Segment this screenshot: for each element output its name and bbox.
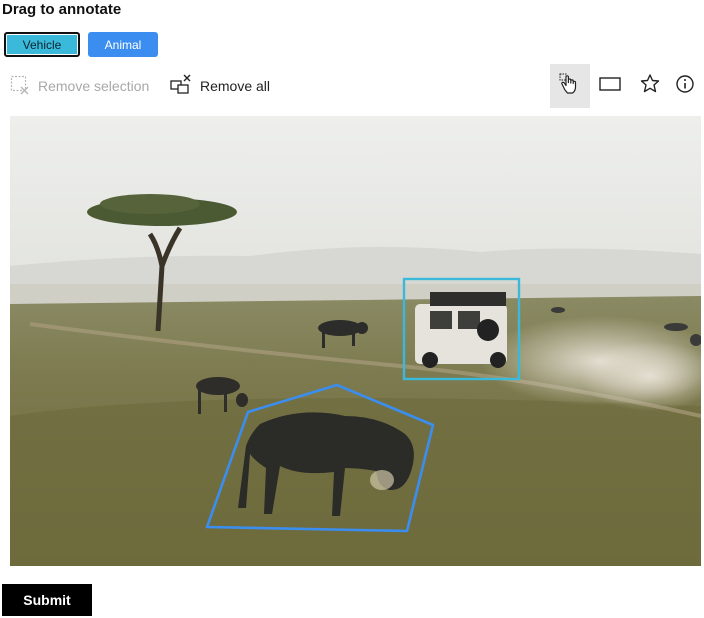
remove-all-icon bbox=[170, 74, 192, 99]
rectangle-tool-button[interactable] bbox=[591, 64, 629, 108]
submit-button[interactable]: Submit bbox=[2, 584, 92, 616]
label-button-animal[interactable]: Animal bbox=[88, 32, 158, 57]
remove-selection-icon bbox=[10, 75, 30, 98]
remove-selection-button[interactable]: Remove selection bbox=[10, 74, 149, 98]
remove-selection-label: Remove selection bbox=[38, 78, 150, 94]
remove-all-label: Remove all bbox=[200, 78, 271, 94]
polygon-star-icon bbox=[639, 73, 661, 100]
pan-hand-icon bbox=[559, 73, 581, 100]
info-icon bbox=[675, 74, 695, 99]
pan-tool-button[interactable] bbox=[550, 64, 590, 108]
toolbar: Remove selection Remove all bbox=[0, 64, 704, 108]
remove-all-button[interactable]: Remove all bbox=[170, 74, 270, 98]
polygon-tool-button[interactable] bbox=[631, 64, 669, 108]
rectangle-icon bbox=[599, 76, 621, 97]
label-button-vehicle[interactable]: Vehicle bbox=[4, 32, 80, 57]
savanna-photo bbox=[10, 116, 701, 566]
annotation-canvas[interactable] bbox=[10, 116, 701, 566]
page-title: Drag to annotate bbox=[2, 1, 122, 18]
info-button[interactable] bbox=[666, 64, 704, 108]
